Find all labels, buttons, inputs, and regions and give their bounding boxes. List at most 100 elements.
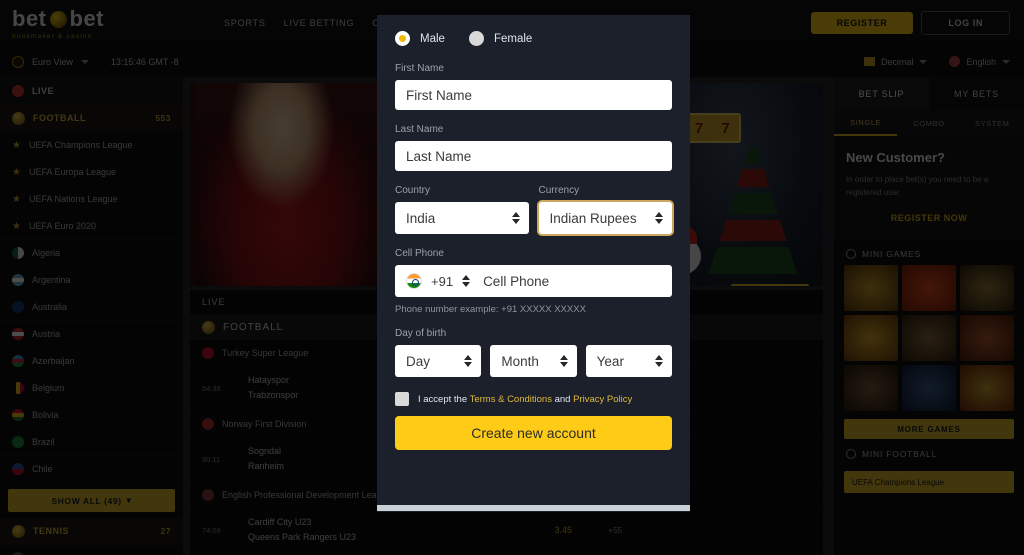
football-icon: [202, 320, 215, 334]
mini-games-grid: [834, 265, 1024, 411]
globe-icon: [12, 55, 24, 68]
subtab-single[interactable]: SINGLE: [834, 110, 898, 136]
table-row[interactable]: 74:06 Cardiff City U23 Queens Park Range…: [190, 508, 823, 553]
sidebar-item-ucl[interactable]: ★ UEFA Champions League: [0, 132, 183, 159]
game-tile[interactable]: [902, 315, 956, 361]
sidebar-item-uel[interactable]: ★ UEFA Europa League: [0, 159, 183, 186]
spinner-arrows-icon[interactable]: [462, 275, 471, 287]
league-label: English Professional Development League: [222, 489, 392, 500]
odds-format-selector[interactable]: Decimal: [863, 56, 928, 67]
flag-icon: [12, 247, 24, 259]
cell-phone-label: Cell Phone: [395, 248, 444, 259]
sidebar-item-football[interactable]: FOOTBALL 553: [0, 105, 183, 132]
game-tile[interactable]: [844, 315, 898, 361]
sidebar-item-chile[interactable]: Chile: [0, 456, 183, 483]
sidebar-item-next[interactable]: [0, 545, 183, 555]
sidebar-item-count: 553: [155, 113, 171, 123]
sidebar-item-argentina[interactable]: Argentina: [0, 267, 183, 294]
mini-football-label: MINI FOOTBALL: [862, 449, 938, 459]
terms-and-conditions-link[interactable]: Terms & Conditions: [470, 394, 552, 405]
dob-year-wrap: Year: [585, 345, 672, 377]
mini-football-item[interactable]: UEFA Champions League: [844, 471, 1014, 493]
sidebar-item-label: Chile: [32, 464, 53, 474]
view-label: Euro View: [32, 56, 73, 67]
sidebar-item-live[interactable]: LIVE: [0, 78, 183, 105]
sidebar-item-label: Australia: [32, 302, 68, 312]
language-selector[interactable]: English: [949, 56, 1010, 67]
login-button[interactable]: LOG IN: [921, 11, 1010, 35]
subtab-combo[interactable]: COMBO: [897, 110, 960, 136]
game-tile[interactable]: [960, 365, 1014, 411]
game-tile[interactable]: [902, 265, 956, 311]
modal-scrollbar[interactable]: [377, 505, 690, 511]
logo-tagline: bookmaker & casino: [12, 33, 93, 40]
left-sidebar[interactable]: LIVE FOOTBALL 553 ★ UEFA Champions Leagu…: [0, 78, 183, 555]
flag-icon: [202, 488, 214, 501]
country-select[interactable]: India: [395, 202, 529, 234]
cell-phone-input-wrap[interactable]: +91 Cell Phone: [395, 265, 672, 297]
sidebar-item-algeria[interactable]: Algeria: [0, 240, 183, 267]
currency-field-group: Currency Indian Rupees: [538, 185, 672, 234]
all-events-button[interactable]: ALL EVENTS: [731, 284, 809, 286]
privacy-policy-link[interactable]: Privacy Policy: [573, 394, 632, 405]
league-label: Turkey Super League: [222, 347, 309, 358]
sidebar-item-euro2020[interactable]: ★ UEFA Euro 2020: [0, 213, 183, 240]
terms-row: I accept the Terms & Conditions and Priv…: [395, 392, 672, 406]
first-name-input[interactable]: [395, 80, 672, 110]
create-new-account-button[interactable]: Create new account: [395, 416, 672, 450]
terms-checkbox[interactable]: [395, 392, 409, 406]
sidebar-item-belgium[interactable]: Belgium: [0, 375, 183, 402]
sidebar-item-azerbaijan[interactable]: Azerbaijan: [0, 348, 183, 375]
subtab-system[interactable]: SYSTEM: [961, 110, 1024, 136]
nav-item-live-betting[interactable]: LIVE BETTING: [284, 18, 355, 28]
sidebar-item-label: UEFA Europa League: [28, 167, 117, 177]
currency-select[interactable]: Indian Rupees: [538, 202, 672, 234]
dob-month-select[interactable]: Month: [490, 345, 577, 377]
sidebar-item-label: Brazil: [32, 437, 55, 447]
flag-icon: [12, 328, 24, 340]
game-tile[interactable]: [960, 315, 1014, 361]
match-more-markets[interactable]: +55: [572, 526, 622, 535]
last-name-label: Last Name: [395, 124, 444, 135]
game-tile[interactable]: [844, 365, 898, 411]
sidebar-item-brazil[interactable]: Brazil: [0, 429, 183, 456]
sidebar-item-australia[interactable]: Australia: [0, 294, 183, 321]
more-games-button[interactable]: MORE GAMES: [844, 419, 1014, 439]
cell-phone-placeholder[interactable]: Cell Phone: [483, 274, 549, 289]
dob-day-select[interactable]: Day: [395, 345, 482, 377]
betslip-empty-state: New Customer? In order to place bet(s) y…: [834, 136, 1024, 239]
radio-male[interactable]: [395, 31, 410, 46]
view-selector[interactable]: Euro View 13:15:46 GMT -8: [12, 55, 179, 68]
last-name-input[interactable]: [395, 141, 672, 171]
match-time: 74:06: [202, 525, 221, 535]
sidebar-item-label: Bolivia: [32, 410, 59, 420]
odds-format-label: Decimal: [880, 56, 914, 67]
dob-year-select[interactable]: Year: [585, 345, 672, 377]
game-tile[interactable]: [960, 265, 1014, 311]
sidebar-item-unl[interactable]: ★ UEFA Nations League: [0, 186, 183, 213]
sidebar-item-tennis[interactable]: TENNIS 27: [0, 518, 183, 545]
show-all-button[interactable]: SHOW ALL (49) ▾: [8, 489, 175, 512]
dob-year-value: Year: [596, 353, 624, 369]
flag-icon: [12, 409, 24, 421]
nav-item-sports[interactable]: SPORTS: [224, 18, 266, 28]
betslip-tabs: BET SLIP MY BETS: [834, 78, 1024, 110]
tab-bet-slip[interactable]: BET SLIP: [834, 78, 929, 110]
flag-icon: [12, 355, 24, 367]
sidebar-item-austria[interactable]: Austria: [0, 321, 183, 348]
game-tile[interactable]: [902, 365, 956, 411]
game-tile[interactable]: [844, 265, 898, 311]
clock-icon: [846, 249, 856, 259]
sidebar-item-label: LIVE: [32, 86, 55, 96]
register-button[interactable]: REGISTER: [810, 12, 914, 34]
tab-my-bets[interactable]: MY BETS: [929, 78, 1024, 110]
app-root: bet bet bookmaker & casino SPORTS LIVE B…: [0, 0, 1024, 555]
spinner-arrows-icon: [559, 355, 568, 367]
flag-icon: [12, 463, 24, 475]
match-odd[interactable]: 3.45: [518, 525, 572, 535]
radio-female[interactable]: [468, 31, 484, 46]
register-now-button[interactable]: REGISTER NOW: [846, 213, 1012, 223]
top-bar-actions: REGISTER LOG IN: [810, 11, 1010, 35]
site-logo[interactable]: bet bet bookmaker & casino: [12, 6, 104, 40]
sidebar-item-bolivia[interactable]: Bolivia: [0, 402, 183, 429]
